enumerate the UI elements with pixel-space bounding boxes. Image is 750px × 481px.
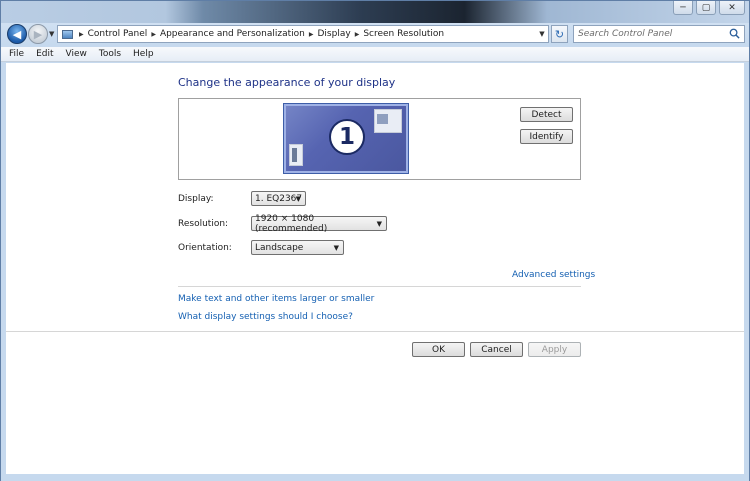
divider: [178, 286, 581, 287]
search-box[interactable]: [573, 25, 745, 43]
control-panel-icon: [62, 29, 73, 39]
screen-resolution-window: ─ ▢ ✕ ◀ ▶ ▼ ▶ Control Panel ▶ Appearance…: [0, 0, 750, 481]
window-bottom-border: [1, 475, 749, 481]
display-label: Display:: [178, 194, 214, 204]
menu-help[interactable]: Help: [133, 49, 154, 59]
monitor-arrangement-panel: 1 Detect Identify: [178, 98, 581, 180]
window-thumbnail-icon: [374, 109, 402, 133]
address-bar[interactable]: ▶ Control Panel ▶ Appearance and Persona…: [57, 25, 549, 43]
search-input[interactable]: [578, 27, 726, 41]
chevron-down-icon: ▼: [333, 244, 339, 252]
forward-arrow-icon: ▶: [33, 27, 43, 41]
chevron-down-icon: ▼: [49, 30, 55, 38]
breadcrumb-display[interactable]: Display: [318, 29, 351, 39]
menu-file[interactable]: File: [9, 49, 24, 59]
cancel-button[interactable]: Cancel: [470, 342, 523, 357]
refresh-icon: ↻: [554, 27, 565, 41]
breadcrumb-appearance-and-personalization[interactable]: Appearance and Personalization: [160, 29, 305, 39]
display-settings-help-link[interactable]: What display settings should I choose?: [178, 312, 353, 322]
breadcrumb-screen-resolution[interactable]: Screen Resolution: [363, 29, 444, 39]
breadcrumb-separator-icon[interactable]: ▶: [151, 31, 156, 38]
address-dropdown-icon[interactable]: ▼: [536, 26, 548, 42]
content-pane: Change the appearance of your display 1 …: [6, 63, 744, 474]
orientation-select-value: Landscape: [255, 242, 304, 253]
navigation-bar: ◀ ▶ ▼ ▶ Control Panel ▶ Appearance and P…: [1, 23, 749, 45]
breadcrumb-separator-icon[interactable]: ▶: [355, 31, 360, 38]
breadcrumb-control-panel[interactable]: Control Panel: [88, 29, 148, 39]
menu-edit[interactable]: Edit: [36, 49, 53, 59]
breadcrumb-separator-icon[interactable]: ▶: [79, 31, 84, 38]
maximize-button[interactable]: ▢: [696, 1, 716, 15]
monitor-number-badge: 1: [329, 119, 365, 155]
advanced-settings-link[interactable]: Advanced settings: [512, 270, 595, 280]
divider: [6, 331, 744, 332]
orientation-select[interactable]: Landscape ▼: [251, 240, 344, 255]
detect-button[interactable]: Detect: [520, 107, 573, 122]
recent-pages-button[interactable]: ▼: [49, 30, 54, 38]
refresh-button[interactable]: ↻: [551, 25, 568, 43]
resolution-select-value: 1920 × 1080 (recommended): [255, 213, 328, 234]
text-size-link[interactable]: Make text and other items larger or smal…: [178, 294, 374, 304]
chevron-down-icon: ▼: [376, 220, 382, 228]
resolution-label: Resolution:: [178, 219, 229, 229]
close-button[interactable]: ✕: [719, 1, 745, 15]
menu-view[interactable]: View: [66, 49, 87, 59]
caption-buttons: ─ ▢ ✕: [673, 1, 745, 15]
breadcrumb-separator-icon[interactable]: ▶: [309, 31, 314, 38]
window-thumbnail-icon: [289, 144, 303, 166]
title-bar: ─ ▢ ✕: [1, 1, 749, 23]
forward-button[interactable]: ▶: [28, 24, 48, 44]
page-title: Change the appearance of your display: [178, 76, 396, 89]
search-icon[interactable]: [729, 28, 740, 39]
resolution-select[interactable]: 1920 × 1080 (recommended) ▼: [251, 213, 387, 234]
apply-button[interactable]: Apply: [528, 342, 581, 357]
orientation-label: Orientation:: [178, 243, 232, 253]
monitor-1-tile[interactable]: 1: [283, 103, 409, 174]
menu-bar: File Edit View Tools Help: [1, 47, 749, 62]
minimize-button[interactable]: ─: [673, 1, 693, 15]
menu-tools[interactable]: Tools: [99, 49, 121, 59]
chevron-down-icon: ▼: [295, 195, 301, 203]
back-arrow-icon: ◀: [12, 27, 22, 41]
back-button[interactable]: ◀: [7, 24, 27, 44]
identify-button[interactable]: Identify: [520, 129, 573, 144]
ok-button[interactable]: OK: [412, 342, 465, 357]
display-select[interactable]: 1. EQ2367 ▼: [251, 191, 306, 206]
